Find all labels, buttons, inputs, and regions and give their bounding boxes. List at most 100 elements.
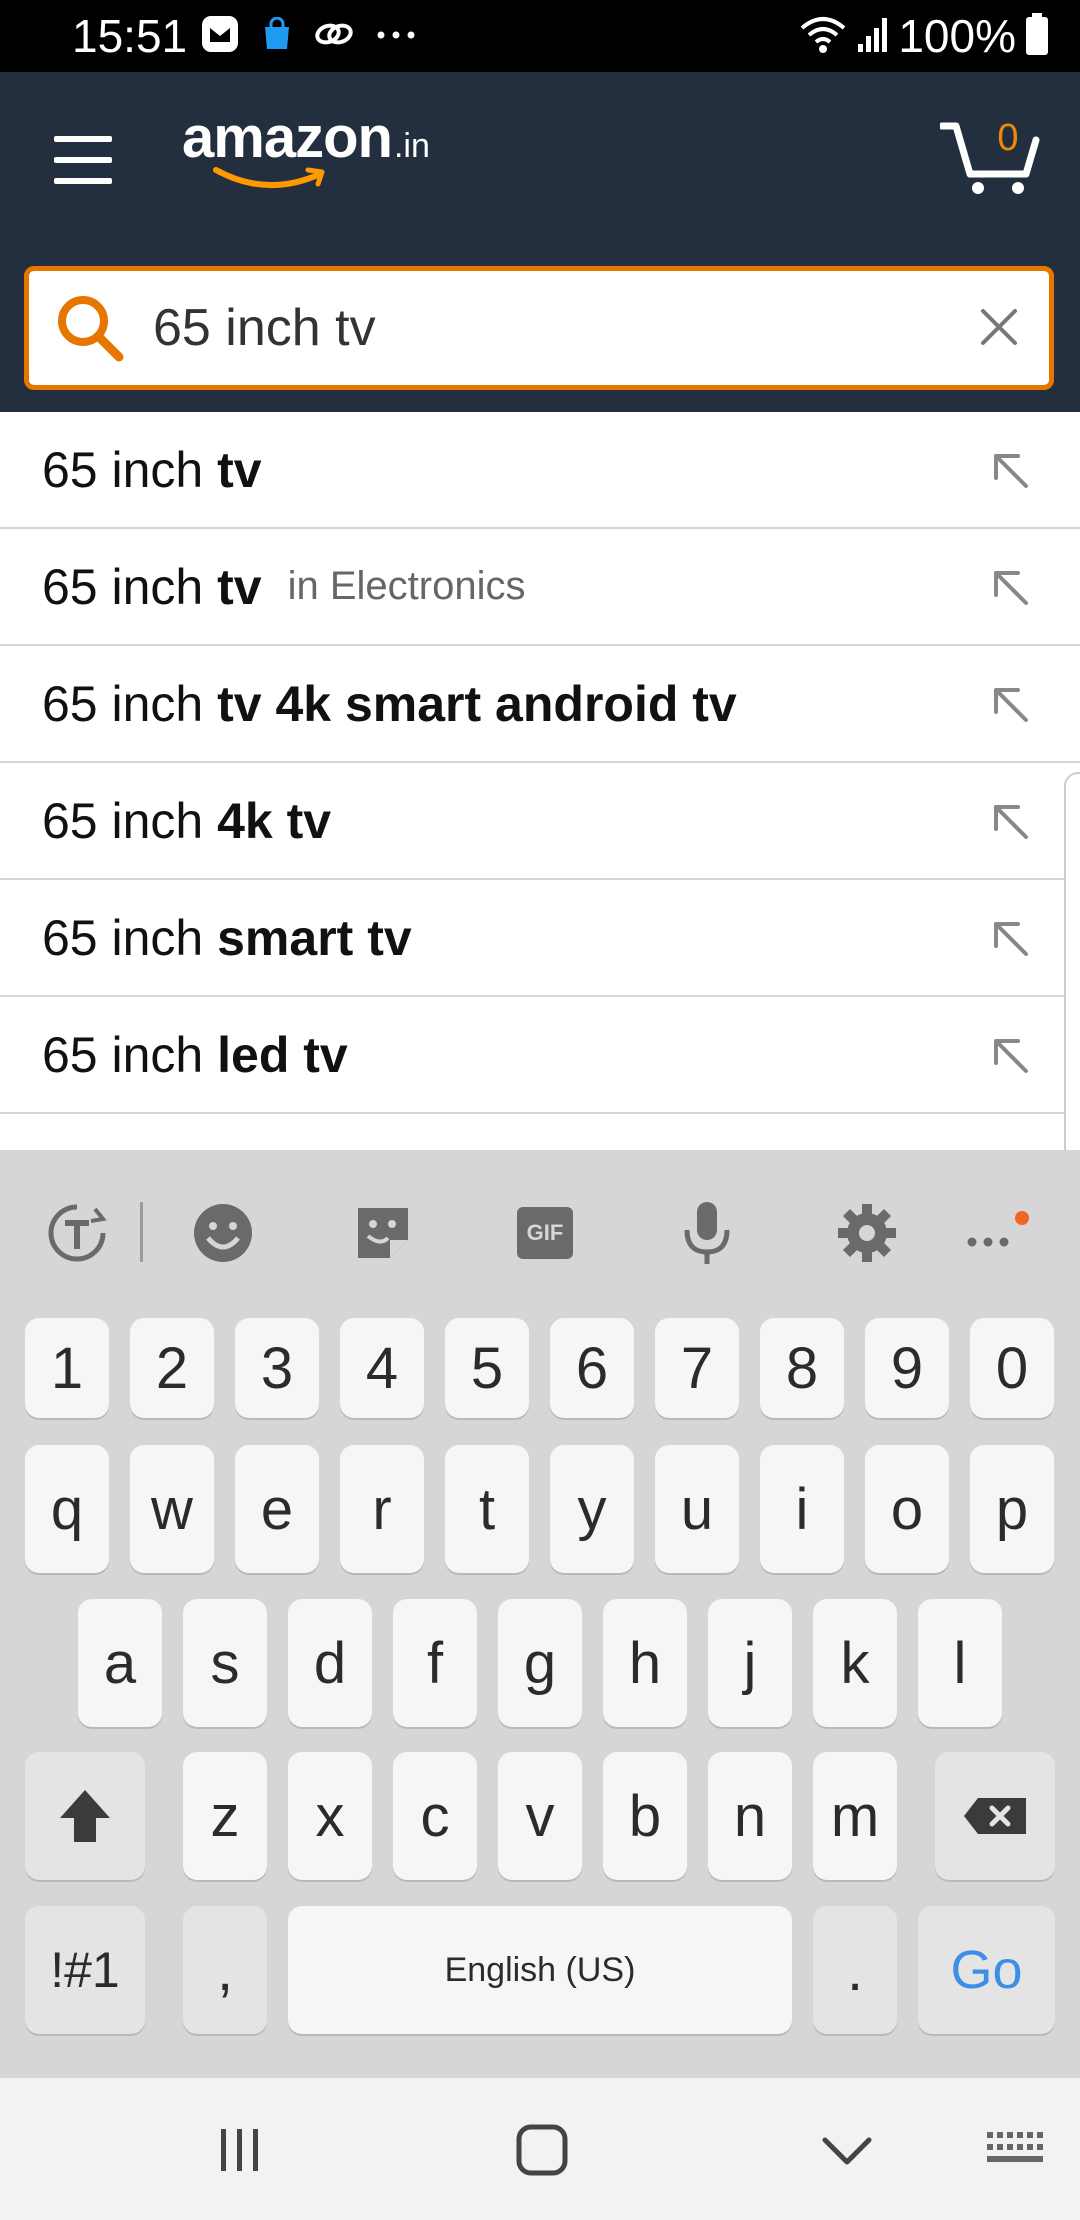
key-g[interactable]: g bbox=[498, 1599, 582, 1727]
space-key[interactable]: English (US) bbox=[288, 1906, 792, 2034]
suggestion-text: 65 inch tv bbox=[42, 441, 262, 499]
fill-query-arrow-icon[interactable] bbox=[992, 1037, 1030, 1075]
menu-icon bbox=[54, 136, 112, 142]
cart-button[interactable]: 0 bbox=[940, 118, 1040, 198]
key-j[interactable]: j bbox=[708, 1599, 792, 1727]
key-7[interactable]: 7 bbox=[655, 1318, 739, 1418]
key-k[interactable]: k bbox=[813, 1599, 897, 1727]
menu-button[interactable] bbox=[50, 132, 116, 188]
toolbar-divider bbox=[140, 1202, 143, 1262]
key-6[interactable]: 6 bbox=[550, 1318, 634, 1418]
search-input[interactable] bbox=[153, 271, 973, 385]
key-2[interactable]: 2 bbox=[130, 1318, 214, 1418]
gif-label: GIF bbox=[517, 1207, 573, 1259]
key-n[interactable]: n bbox=[708, 1752, 792, 1880]
key-1[interactable]: 1 bbox=[25, 1318, 109, 1418]
key-5[interactable]: 5 bbox=[445, 1318, 529, 1418]
clear-search-button[interactable] bbox=[973, 301, 1025, 353]
backspace-key[interactable] bbox=[935, 1752, 1055, 1880]
shift-key[interactable] bbox=[25, 1752, 145, 1880]
keyboard-switch-button[interactable] bbox=[980, 2118, 1050, 2182]
key-u[interactable]: u bbox=[655, 1445, 739, 1573]
status-system-icons: 100% bbox=[798, 10, 1050, 62]
key-v[interactable]: v bbox=[498, 1752, 582, 1880]
soft-keyboard: GIF 1 2 3 4 5 6 7 8 9 0 q w e r t y u i … bbox=[0, 1150, 1080, 2078]
fill-query-arrow-icon[interactable] bbox=[992, 569, 1030, 607]
suggestion-completion: tv 4k smart android tv bbox=[217, 675, 737, 732]
status-time: 15:51 bbox=[72, 10, 188, 62]
sticker-icon[interactable] bbox=[348, 1198, 418, 1268]
translate-icon[interactable] bbox=[42, 1198, 112, 1268]
key-f[interactable]: f bbox=[393, 1599, 477, 1727]
fill-query-arrow-icon[interactable] bbox=[992, 452, 1030, 490]
suggestion-text: 65 inch 4k tv bbox=[42, 792, 331, 850]
menu-icon-line bbox=[54, 178, 112, 184]
app-header: amazon.in 0 bbox=[0, 72, 1080, 412]
fill-query-arrow-icon[interactable] bbox=[992, 686, 1030, 724]
key-0[interactable]: 0 bbox=[970, 1318, 1054, 1418]
key-w[interactable]: w bbox=[130, 1445, 214, 1573]
symbols-key[interactable]: !#1 bbox=[25, 1906, 145, 2034]
more-notifications-icon bbox=[376, 27, 416, 45]
key-s[interactable]: s bbox=[183, 1599, 267, 1727]
key-t[interactable]: t bbox=[445, 1445, 529, 1573]
keyboard-switch-icon bbox=[987, 2132, 1043, 2162]
key-y[interactable]: y bbox=[550, 1445, 634, 1573]
fill-query-arrow-icon[interactable] bbox=[992, 803, 1030, 841]
suggestion-text: 65 inch smart tv bbox=[42, 909, 412, 967]
period-key[interactable]: . bbox=[813, 1906, 897, 2034]
shift-icon bbox=[60, 1790, 110, 1842]
backspace-icon bbox=[964, 1798, 1026, 1834]
key-q[interactable]: q bbox=[25, 1445, 109, 1573]
search-icon[interactable] bbox=[55, 293, 125, 363]
emoji-icon[interactable] bbox=[188, 1198, 258, 1268]
suggestion-item[interactable]: 65 inch tv bbox=[0, 412, 1080, 529]
comma-key[interactable]: , bbox=[183, 1906, 267, 2034]
key-8[interactable]: 8 bbox=[760, 1318, 844, 1418]
key-i[interactable]: i bbox=[760, 1445, 844, 1573]
keyboard-toolbar: GIF bbox=[0, 1150, 1080, 1300]
key-3[interactable]: 3 bbox=[235, 1318, 319, 1418]
key-e[interactable]: e bbox=[235, 1445, 319, 1573]
gif-icon[interactable]: GIF bbox=[510, 1198, 580, 1268]
battery-icon bbox=[1024, 12, 1050, 61]
home-button[interactable] bbox=[510, 2118, 574, 2182]
suggestion-item[interactable]: 65 inch led tv bbox=[0, 997, 1080, 1114]
key-b[interactable]: b bbox=[603, 1752, 687, 1880]
cart-count-badge: 0 bbox=[997, 117, 1019, 159]
fill-query-arrow-icon[interactable] bbox=[992, 920, 1030, 958]
go-key[interactable]: Go bbox=[918, 1906, 1055, 2034]
suggestion-item[interactable]: 65 inch smart tv bbox=[0, 880, 1080, 997]
key-z[interactable]: z bbox=[183, 1752, 267, 1880]
key-9[interactable]: 9 bbox=[865, 1318, 949, 1418]
key-a[interactable]: a bbox=[78, 1599, 162, 1727]
key-c[interactable]: c bbox=[393, 1752, 477, 1880]
key-x[interactable]: x bbox=[288, 1752, 372, 1880]
back-button[interactable] bbox=[812, 2118, 882, 2182]
key-d[interactable]: d bbox=[288, 1599, 372, 1727]
suggestion-text: 65 inch led tv bbox=[42, 1026, 348, 1084]
search-bar[interactable] bbox=[24, 266, 1054, 390]
suggestion-completion: smart tv bbox=[217, 909, 412, 966]
key-l[interactable]: l bbox=[918, 1599, 1002, 1727]
recent-apps-button[interactable] bbox=[210, 2118, 270, 2182]
settings-icon[interactable] bbox=[832, 1198, 902, 1268]
more-icon[interactable] bbox=[960, 1198, 1030, 1268]
suggestion-completion: 4k tv bbox=[217, 792, 332, 849]
suggestion-item[interactable]: 65 inch tv in Electronics bbox=[0, 529, 1080, 646]
key-m[interactable]: m bbox=[813, 1752, 897, 1880]
key-h[interactable]: h bbox=[603, 1599, 687, 1727]
key-4[interactable]: 4 bbox=[340, 1318, 424, 1418]
suggestion-item[interactable]: 65 inch 4k tv bbox=[0, 763, 1080, 880]
amazon-logo[interactable]: amazon.in bbox=[182, 104, 430, 189]
key-o[interactable]: o bbox=[865, 1445, 949, 1573]
status-bar: 15:51 100% bbox=[0, 0, 1080, 72]
battery-percentage: 100% bbox=[898, 10, 1016, 62]
scrollbar[interactable] bbox=[1064, 772, 1080, 1182]
key-r[interactable]: r bbox=[340, 1445, 424, 1573]
microphone-icon[interactable] bbox=[672, 1198, 742, 1268]
recent-apps-icon bbox=[221, 2129, 258, 2171]
suggestion-item[interactable]: 65 inch tv 4k smart android tv bbox=[0, 646, 1080, 763]
wifi-icon bbox=[798, 14, 848, 59]
key-p[interactable]: p bbox=[970, 1445, 1054, 1573]
